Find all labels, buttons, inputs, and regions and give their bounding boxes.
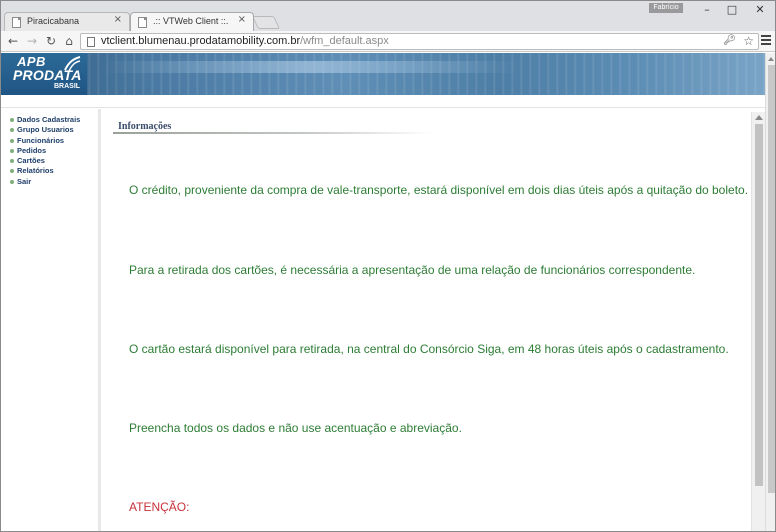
- logo: APB PRODATA BRASIL: [1, 53, 87, 95]
- bullet-icon: [10, 128, 14, 133]
- url-host: vtclient.blumenau.prodatamobility.com.br: [101, 35, 301, 47]
- sidebar-item-pedidos[interactable]: Pedidos: [10, 146, 98, 156]
- minimize-button[interactable]: –: [698, 3, 716, 17]
- url-text[interactable]: vtclient.blumenau.prodatamobility.com.br…: [101, 35, 389, 47]
- content-scrollbar[interactable]: [751, 112, 765, 531]
- back-button[interactable]: ←: [5, 33, 21, 49]
- page-icon: [138, 17, 147, 28]
- page-scrollbar[interactable]: [765, 53, 775, 531]
- close-window-button[interactable]: ✕: [751, 3, 769, 17]
- page-icon: [12, 17, 21, 28]
- sidebar-item-label: Relatórios: [17, 166, 54, 176]
- sidebar-item-funcionarios[interactable]: Funcionários: [10, 136, 98, 146]
- close-icon[interactable]: ×: [238, 14, 246, 25]
- tab-title: .:: VTWeb Client ::.: [153, 16, 229, 26]
- sidebar-item-relatorios[interactable]: Relatórios: [10, 166, 98, 176]
- banner-texture: [1, 53, 765, 95]
- forward-button[interactable]: →: [24, 33, 40, 49]
- sidebar-item-label: Cartões: [17, 156, 45, 166]
- sidebar-item-label: Dados Cadastrais: [17, 115, 81, 124]
- close-icon[interactable]: ×: [114, 14, 122, 25]
- info-message: Para a retirada dos cartões, é necessári…: [129, 263, 696, 277]
- section-title: Informações: [118, 121, 172, 132]
- bullet-icon: [10, 118, 14, 122]
- browser-toolbar: ← → ↻ ⌂ vtclient.blumenau.prodatamobilit…: [1, 31, 775, 52]
- header-separator: [1, 95, 765, 108]
- sidebar-menu: Dados Cadastrais Grupo Usuarios Funcioná…: [1, 109, 101, 531]
- star-icon[interactable]: ☆: [743, 34, 754, 48]
- bullet-icon: [10, 179, 14, 184]
- scrollbar-thumb[interactable]: [768, 65, 775, 493]
- attention-heading: ATENÇÃO:: [129, 500, 190, 514]
- logo-text-prodata: PRODATA: [13, 67, 82, 83]
- banner-highlight: [101, 61, 521, 73]
- sidebar-item-label: Funcionários: [17, 135, 65, 145]
- maximize-button[interactable]: □: [723, 3, 741, 17]
- sidebar-item-label: Sair: [17, 176, 32, 186]
- scrollbar-thumb[interactable]: [755, 124, 763, 486]
- sidebar-item-label: Pedidos: [17, 145, 47, 155]
- section-divider: [113, 132, 433, 134]
- sidebar-item-dados-cadastrais[interactable]: Dados Cadastrais: [10, 115, 98, 125]
- web-page: APB PRODATA BRASIL Dados Cadastrais Grup…: [1, 53, 765, 531]
- tab-title: Piracicabana: [27, 16, 80, 26]
- logo-text-brasil: BRASIL: [54, 83, 81, 90]
- scroll-up-icon[interactable]: [755, 115, 763, 120]
- sidebar-item-cartoes[interactable]: Cartões: [10, 156, 98, 166]
- tab-vtweb-client[interactable]: .:: VTWeb Client ::. ×: [130, 12, 254, 31]
- sidebar-item-label: Grupo Usuarios: [17, 125, 74, 135]
- sidebar-item-grupo-usuarios[interactable]: Grupo Usuarios: [10, 125, 98, 135]
- key-icon[interactable]: 🔑︎: [723, 35, 736, 46]
- bullet-icon: [10, 138, 14, 143]
- sidebar-item-sair[interactable]: Sair: [10, 177, 98, 187]
- home-button[interactable]: ⌂: [61, 33, 77, 49]
- new-tab-button[interactable]: [251, 16, 281, 29]
- browser-window: Piracicabana × .:: VTWeb Client ::. × Fa…: [0, 0, 776, 532]
- page-icon: [87, 37, 95, 47]
- tab-piracicabana[interactable]: Piracicabana ×: [4, 12, 130, 31]
- main-content: Informações O crédito, proveniente da co…: [107, 109, 751, 531]
- menu-icon[interactable]: [761, 35, 771, 47]
- bullet-icon: [10, 148, 14, 153]
- address-bar[interactable]: vtclient.blumenau.prodatamobility.com.br…: [80, 33, 759, 50]
- bullet-icon: [10, 159, 14, 164]
- scroll-up-icon[interactable]: [768, 57, 774, 61]
- bullet-icon: [10, 169, 14, 174]
- title-bar: Piracicabana × .:: VTWeb Client ::. × Fa…: [1, 1, 775, 31]
- info-message: Preencha todos os dados e não use acentu…: [129, 421, 462, 435]
- profile-badge[interactable]: Fabrício: [649, 3, 683, 13]
- reload-button[interactable]: ↻: [43, 33, 59, 49]
- info-message: O crédito, proveniente da compra de vale…: [129, 183, 749, 197]
- header-banner: APB PRODATA BRASIL: [1, 53, 765, 95]
- info-message: O cartão estará disponível para retirada…: [129, 342, 729, 356]
- url-path: /wfm_default.aspx: [300, 35, 389, 47]
